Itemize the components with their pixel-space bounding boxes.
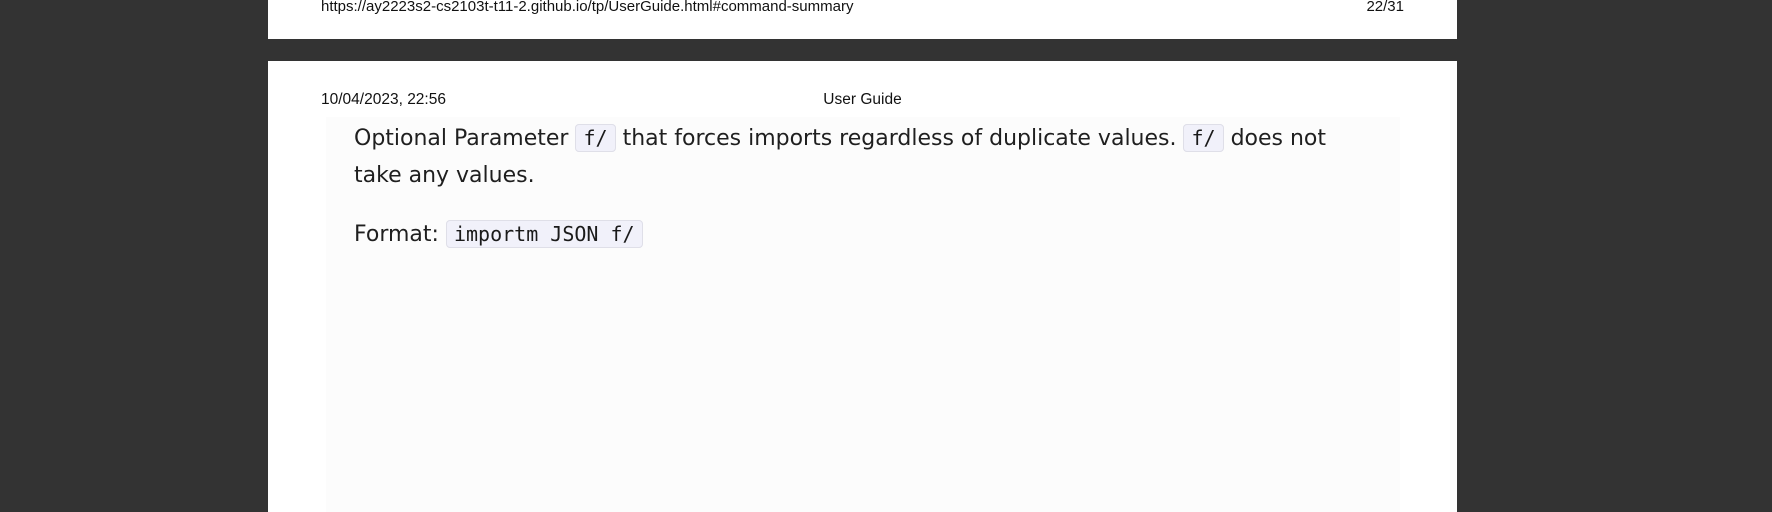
paragraph-text-before: Optional Parameter: [354, 126, 569, 151]
inline-code-force-flag-2: f/: [1183, 124, 1224, 152]
format-paragraph: Format: importm JSON f/: [354, 216, 643, 253]
footer-page-number: 22/31: [1366, 0, 1404, 15]
current-page: 10/04/2023, 22:56 User Guide Optional Pa…: [268, 61, 1457, 512]
header-title: User Guide: [823, 91, 902, 108]
content-block: Optional Parameter f/ that forces import…: [326, 117, 1400, 512]
pdf-viewer[interactable]: https://ay2223s2-cs2103t-t11-2.github.io…: [0, 0, 1772, 512]
format-label: Format:: [354, 222, 439, 247]
footer-url: https://ay2223s2-cs2103t-t11-2.github.io…: [321, 0, 854, 15]
format-command-code: importm JSON f/: [445, 220, 643, 248]
previous-page: https://ay2223s2-cs2103t-t11-2.github.io…: [268, 0, 1457, 39]
optional-parameter-paragraph: Optional Parameter f/ that forces import…: [354, 120, 1364, 194]
paragraph-text-middle: that forces imports regardless of duplic…: [622, 126, 1177, 151]
inline-code-force-flag: f/: [575, 124, 616, 152]
